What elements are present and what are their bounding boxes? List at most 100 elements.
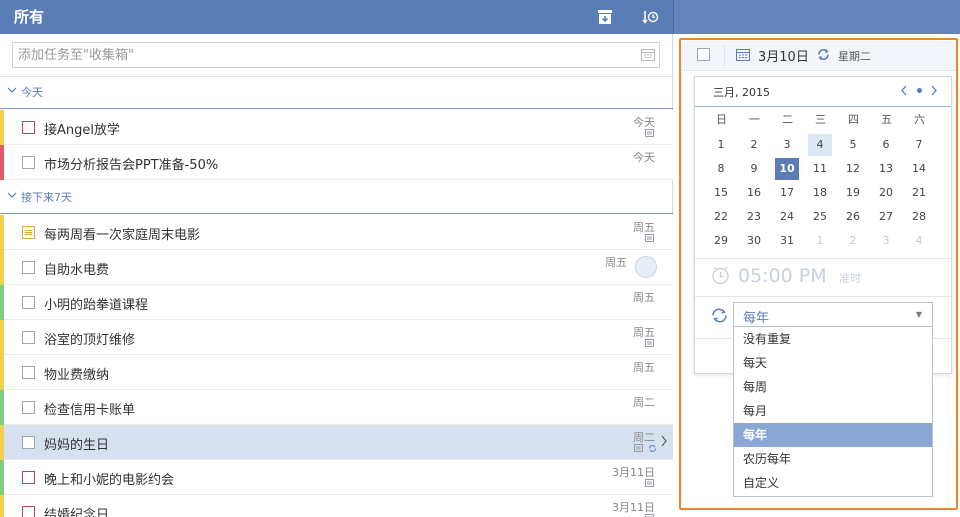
- task-row[interactable]: 检查信用卡账单 周二: [0, 390, 673, 425]
- task-checkbox[interactable]: [22, 121, 35, 134]
- calendar-day[interactable]: 9: [742, 158, 766, 180]
- calendar-day[interactable]: 19: [841, 182, 865, 204]
- calendar-day[interactable]: 4: [907, 230, 931, 252]
- today-dot-icon[interactable]: [917, 88, 922, 93]
- calendar-day[interactable]: 10: [775, 158, 799, 180]
- repeat-select[interactable]: 每年 ▼: [733, 302, 933, 327]
- clock-icon[interactable]: [711, 266, 730, 285]
- task-checkbox[interactable]: [22, 296, 35, 309]
- task-checkbox[interactable]: [22, 156, 35, 169]
- repeat-option[interactable]: 每周: [734, 375, 932, 399]
- calendar-day[interactable]: 4: [808, 134, 832, 156]
- task-row[interactable]: 晚上和小妮的电影约会 3月11日: [0, 460, 673, 495]
- calendar-day[interactable]: 8: [709, 158, 733, 180]
- calendar-day[interactable]: 28: [907, 206, 931, 228]
- calendar-day[interactable]: 23: [742, 206, 766, 228]
- task-row[interactable]: 结婚纪念日 3月11日: [0, 495, 673, 517]
- calendar-day[interactable]: 17: [775, 182, 799, 204]
- add-task-bar[interactable]: [12, 42, 660, 68]
- task-checkbox[interactable]: [22, 506, 35, 517]
- repeat-option[interactable]: 每月: [734, 399, 932, 423]
- archive-icon[interactable]: [596, 8, 614, 26]
- calendar-day[interactable]: 11: [808, 158, 832, 180]
- task-row[interactable]: 物业费缴纳 周五: [0, 355, 673, 390]
- calendar-day[interactable]: 7: [907, 134, 931, 156]
- task-title[interactable]: 检查信用卡账单: [44, 399, 135, 418]
- task-title[interactable]: 每两周看一次家庭周末电影: [44, 224, 200, 243]
- chevron-down-icon[interactable]: [7, 190, 17, 200]
- task-checkbox[interactable]: [22, 471, 35, 484]
- reminder-option[interactable]: 准时: [839, 270, 861, 286]
- task-checkbox[interactable]: [22, 401, 35, 414]
- section-next-7-days[interactable]: 接下来7天: [0, 180, 673, 214]
- detail-complete-checkbox[interactable]: [697, 48, 710, 61]
- calendar-day[interactable]: 27: [874, 206, 898, 228]
- repeat-option[interactable]: 农历每年: [734, 447, 932, 471]
- task-due-date: 周五: [633, 221, 655, 234]
- weekday-label: 星期二: [838, 50, 871, 63]
- sort-by-time-icon[interactable]: [641, 8, 659, 26]
- time-value[interactable]: 05:00 PM: [738, 265, 827, 287]
- task-title[interactable]: 浴室的顶灯维修: [44, 329, 135, 348]
- repeat-option[interactable]: 没有重复: [734, 327, 932, 351]
- calendar-day[interactable]: 26: [841, 206, 865, 228]
- calendar-day[interactable]: 21: [907, 182, 931, 204]
- task-row[interactable]: 市场分析报告会PPT准备-50% 今天: [0, 145, 673, 180]
- calendar-day[interactable]: 29: [709, 230, 733, 252]
- calendar-day[interactable]: 2: [841, 230, 865, 252]
- calendar-day[interactable]: 30: [742, 230, 766, 252]
- task-row[interactable]: 小明的跆拳道课程 周五: [0, 285, 673, 320]
- chevron-right-icon[interactable]: [930, 85, 938, 96]
- calendar-day[interactable]: 1: [709, 134, 733, 156]
- calendar-day[interactable]: 3: [874, 230, 898, 252]
- calendar-icon[interactable]: [641, 48, 655, 61]
- task-title[interactable]: 自助水电费: [44, 259, 109, 278]
- calendar-day[interactable]: 14: [907, 158, 931, 180]
- calendar-day[interactable]: 3: [775, 134, 799, 156]
- calendar-day[interactable]: 15: [709, 182, 733, 204]
- calendar-day[interactable]: 25: [808, 206, 832, 228]
- calendar-day[interactable]: 2: [742, 134, 766, 156]
- section-today[interactable]: 今天: [0, 75, 673, 109]
- calendar-day[interactable]: 1: [808, 230, 832, 252]
- task-checkbox[interactable]: [22, 261, 35, 274]
- calendar-icon[interactable]: [736, 48, 750, 61]
- calendar-day[interactable]: 20: [874, 182, 898, 204]
- task-title[interactable]: 接Angel放学: [44, 119, 120, 138]
- task-checkbox[interactable]: [22, 366, 35, 379]
- task-title[interactable]: 结婚纪念日: [44, 504, 109, 517]
- task-title[interactable]: 晚上和小妮的电影约会: [44, 469, 174, 488]
- dropdown-arrow-icon[interactable]: ▼: [916, 310, 922, 319]
- assignee-avatar[interactable]: [635, 256, 657, 278]
- task-row[interactable]: 每两周看一次家庭周末电影 周五: [0, 215, 673, 250]
- calendar-day[interactable]: 13: [874, 158, 898, 180]
- task-checkbox[interactable]: [22, 226, 35, 239]
- repeat-icon[interactable]: [816, 47, 831, 62]
- task-title[interactable]: 妈妈的生日: [44, 434, 109, 453]
- chevron-left-icon[interactable]: [900, 85, 908, 96]
- due-date-label[interactable]: 3月10日: [758, 46, 809, 65]
- calendar-day[interactable]: 5: [841, 134, 865, 156]
- calendar-day[interactable]: 6: [874, 134, 898, 156]
- repeat-option[interactable]: 每天: [734, 351, 932, 375]
- task-checkbox[interactable]: [22, 331, 35, 344]
- task-row[interactable]: 自助水电费 周五: [0, 250, 673, 285]
- task-title[interactable]: 市场分析报告会PPT准备-50%: [44, 154, 218, 173]
- task-title[interactable]: 物业费缴纳: [44, 364, 109, 383]
- repeat-option[interactable]: 每年: [734, 423, 932, 447]
- task-title[interactable]: 小明的跆拳道课程: [44, 294, 148, 313]
- task-checkbox[interactable]: [22, 436, 35, 449]
- chevron-right-icon[interactable]: [660, 435, 668, 447]
- calendar-day[interactable]: 24: [775, 206, 799, 228]
- calendar-day[interactable]: 31: [775, 230, 799, 252]
- add-task-input[interactable]: [13, 43, 613, 67]
- chevron-down-icon[interactable]: [7, 85, 17, 95]
- calendar-day[interactable]: 16: [742, 182, 766, 204]
- task-row[interactable]: 妈妈的生日 周二: [0, 425, 673, 460]
- task-row[interactable]: 接Angel放学 今天: [0, 110, 673, 145]
- calendar-day[interactable]: 18: [808, 182, 832, 204]
- calendar-day[interactable]: 22: [709, 206, 733, 228]
- repeat-option[interactable]: 自定义: [734, 471, 932, 495]
- task-row[interactable]: 浴室的顶灯维修 周五: [0, 320, 673, 355]
- calendar-day[interactable]: 12: [841, 158, 865, 180]
